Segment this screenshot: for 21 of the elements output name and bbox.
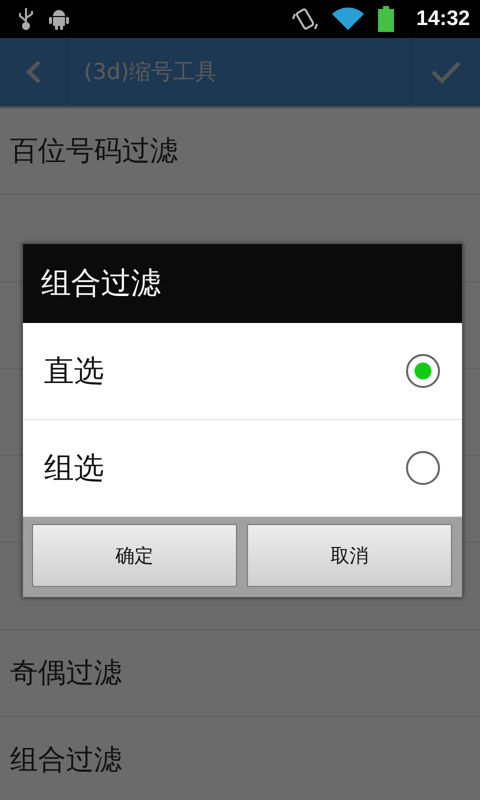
option-label[interactable]: 直选: [44, 350, 104, 392]
usb-icon: [18, 7, 34, 31]
radio-button[interactable]: [406, 354, 440, 388]
cancel-button[interactable]: 取消: [247, 524, 452, 587]
vibrate-icon: [292, 6, 318, 32]
list-item[interactable]: 组合过滤: [10, 741, 122, 779]
option-row[interactable]: 直选: [23, 323, 462, 420]
dialog-title: 组合过滤: [23, 244, 462, 323]
android-icon: [48, 8, 70, 30]
list-item[interactable]: 百位号码过滤: [10, 132, 178, 170]
screen-title: (3d)缩号工具: [83, 59, 218, 87]
radio-button[interactable]: [406, 451, 440, 485]
list-item[interactable]: 奇偶过滤: [10, 654, 122, 692]
chevron-left-icon: [26, 59, 42, 85]
ok-button[interactable]: 确定: [32, 524, 237, 587]
option-label[interactable]: 组选: [44, 448, 104, 488]
wifi-icon: [332, 7, 364, 31]
status-time: 14:32: [416, 7, 470, 31]
battery-icon: [378, 6, 394, 32]
option-row[interactable]: 组选: [23, 420, 462, 517]
checkmark-icon: [431, 60, 461, 84]
